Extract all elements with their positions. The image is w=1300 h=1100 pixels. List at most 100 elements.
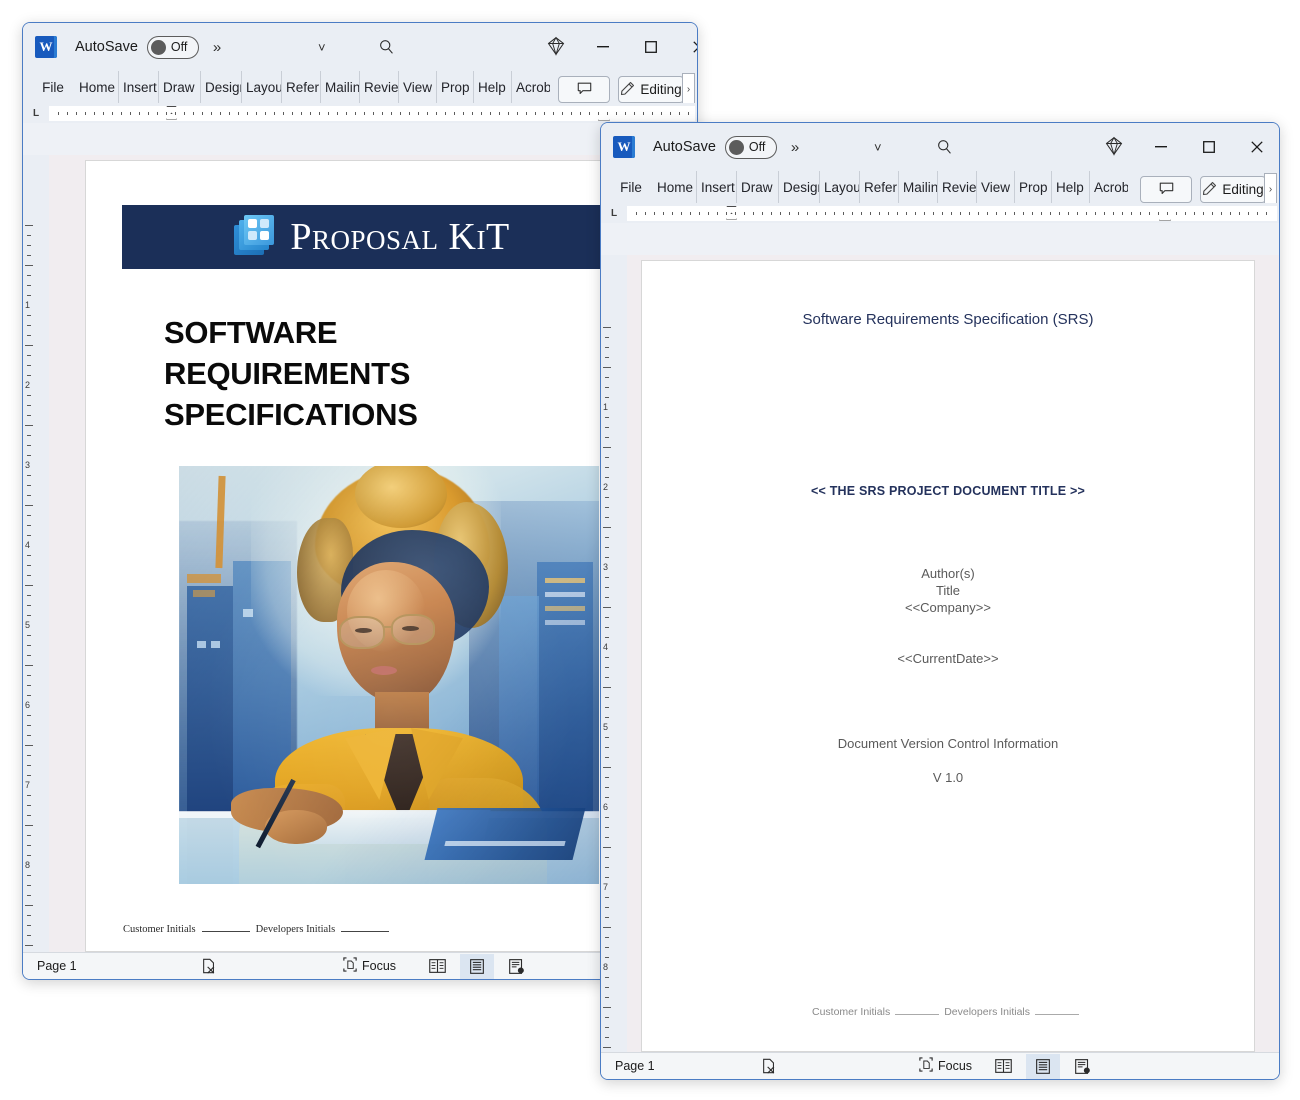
spelling-check-icon[interactable]: [201, 958, 217, 974]
tab-review[interactable]: Review: [938, 171, 977, 203]
comments-button[interactable]: [1140, 176, 1192, 203]
print-layout-icon[interactable]: [460, 953, 494, 979]
comments-button[interactable]: [558, 76, 610, 103]
customize-quick-access-chevron-down-icon[interactable]: ˅: [874, 140, 882, 155]
tab-acrobat[interactable]: Acrobat: [512, 71, 550, 103]
tab-proposalkit[interactable]: Prop: [437, 71, 474, 103]
focus-mode-button[interactable]: Focus: [343, 957, 396, 975]
tab-insert[interactable]: Insert: [119, 71, 159, 103]
tab-mailings[interactable]: Mailings: [899, 171, 938, 203]
window2-status-bar[interactable]: Page 1 Focus: [601, 1052, 1279, 1079]
ruler-number: 1: [603, 402, 609, 412]
maximize-button[interactable]: [629, 31, 673, 63]
tab-proposalkit[interactable]: Prop: [1015, 171, 1052, 203]
tab-stop-selector[interactable]: L: [601, 208, 627, 219]
ribbon-overflow-chevron-icon[interactable]: ›: [1264, 173, 1277, 206]
window2-horizontal-ruler[interactable]: L: [601, 203, 1279, 223]
ruler-tick: [605, 427, 609, 428]
spelling-check-icon[interactable]: [761, 1058, 777, 1074]
tab-file[interactable]: File: [609, 171, 653, 203]
read-mode-icon[interactable]: [986, 1054, 1020, 1079]
more-commands-button[interactable]: »: [791, 139, 799, 156]
ruler-number: 7: [603, 882, 609, 892]
ruler-tick: [355, 111, 356, 115]
ribbon-overflow-chevron-icon[interactable]: ›: [682, 73, 695, 106]
web-layout-icon[interactable]: [1066, 1054, 1100, 1079]
copilot-diamond-icon[interactable]: [545, 35, 567, 57]
footer-customer-initials-label: Customer Initials: [812, 1006, 891, 1018]
ruler-tick: [544, 111, 545, 115]
focus-mode-button[interactable]: Focus: [919, 1057, 972, 1075]
window1-titlebar[interactable]: W AutoSave Off » ˅: [23, 23, 697, 71]
tab-layout[interactable]: Layout: [242, 71, 282, 103]
autosave-toggle[interactable]: Off: [146, 35, 199, 59]
more-commands-button[interactable]: »: [213, 39, 221, 56]
ruler-track[interactable]: [627, 205, 1277, 221]
tab-draw[interactable]: Draw: [737, 171, 779, 203]
minimize-button[interactable]: [581, 31, 625, 63]
tab-layout[interactable]: Layout: [820, 171, 860, 203]
tab-acrobat[interactable]: Acrobat: [1090, 171, 1128, 203]
tab-home[interactable]: Home: [75, 71, 119, 103]
ruler-track[interactable]: [49, 105, 695, 121]
search-icon[interactable]: [375, 35, 397, 57]
word-window-proposal-kit[interactable]: W AutoSave Off » ˅ File Home Insert Draw…: [22, 22, 698, 980]
window2-ribbon-tabs[interactable]: File Home Insert Draw Design Layout Refe…: [601, 171, 1279, 206]
ruler-tick: [605, 987, 609, 988]
print-layout-icon[interactable]: [1026, 1053, 1060, 1079]
ruler-tick: [427, 111, 428, 115]
ruler-tick: [310, 111, 311, 115]
ruler-tick: [58, 111, 59, 115]
tab-design[interactable]: Design: [779, 171, 820, 203]
window1-vertical-ruler[interactable]: 1 2 3 4 5 6 7 8: [23, 155, 49, 952]
window2-ribbon-right-group[interactable]: Editing ›: [1140, 173, 1277, 206]
document-page-1[interactable]: PROPOSAL KIT SOFTWARE REQUIREMENTS SPECI…: [86, 161, 632, 951]
ruler-tick: [202, 111, 203, 115]
close-button[interactable]: [677, 31, 697, 63]
tab-references[interactable]: Refer: [282, 71, 321, 103]
close-button[interactable]: [1235, 131, 1279, 163]
tab-references[interactable]: Refer: [860, 171, 899, 203]
tab-draw[interactable]: Draw: [159, 71, 201, 103]
window2-vertical-ruler[interactable]: 1 2 3 4 5 6 7 8: [601, 255, 627, 1052]
tab-design[interactable]: Design: [201, 71, 242, 103]
window2-titlebar[interactable]: W AutoSave Off » ˅: [601, 123, 1279, 171]
ruler-tick: [490, 111, 491, 115]
tab-view[interactable]: View: [977, 171, 1015, 203]
window1-horizontal-ruler[interactable]: L: [23, 103, 697, 123]
right-indent-marker[interactable]: [1159, 213, 1171, 221]
tab-stop-selector[interactable]: L: [23, 108, 49, 119]
ruler-tick: [607, 111, 608, 115]
tab-help[interactable]: Help: [1052, 171, 1090, 203]
editing-mode-button[interactable]: Editing: [1200, 176, 1266, 203]
tab-mailings[interactable]: Mailings: [321, 71, 360, 103]
right-indent-marker[interactable]: [598, 113, 610, 121]
autosave-toggle[interactable]: Off: [724, 135, 777, 159]
ruler-number: 5: [25, 620, 31, 630]
tab-home[interactable]: Home: [653, 171, 697, 203]
read-mode-icon[interactable]: [420, 954, 454, 979]
window1-ribbon-tabs[interactable]: File Home Insert Draw Design Layout Refe…: [23, 71, 697, 106]
autosave-label: AutoSave: [75, 39, 138, 55]
ruler-tick: [605, 827, 609, 828]
tab-review[interactable]: Review: [360, 71, 399, 103]
web-layout-icon[interactable]: [500, 954, 534, 979]
tab-help[interactable]: Help: [474, 71, 512, 103]
document-page-1[interactable]: Software Requirements Specification (SRS…: [642, 261, 1254, 1051]
customize-quick-access-chevron-down-icon[interactable]: ˅: [318, 40, 326, 55]
status-page-label[interactable]: Page 1: [615, 1059, 655, 1073]
window1-status-bar[interactable]: Page 1 Focus: [23, 952, 697, 979]
maximize-button[interactable]: [1187, 131, 1231, 163]
ruler-tick: [27, 595, 31, 596]
status-page-label[interactable]: Page 1: [37, 959, 77, 973]
search-icon[interactable]: [933, 135, 955, 157]
tab-file[interactable]: File: [31, 71, 75, 103]
copilot-diamond-icon[interactable]: [1103, 135, 1125, 157]
minimize-button[interactable]: [1139, 131, 1183, 163]
editing-mode-button[interactable]: Editing: [618, 76, 684, 103]
tab-view[interactable]: View: [399, 71, 437, 103]
window2-document-canvas[interactable]: Software Requirements Specification (SRS…: [627, 255, 1279, 1052]
window1-ribbon-right-group[interactable]: Editing ›: [558, 73, 695, 106]
tab-insert[interactable]: Insert: [697, 171, 737, 203]
word-window-srs-document[interactable]: W AutoSave Off » ˅ File Home Insert Draw…: [600, 122, 1280, 1080]
